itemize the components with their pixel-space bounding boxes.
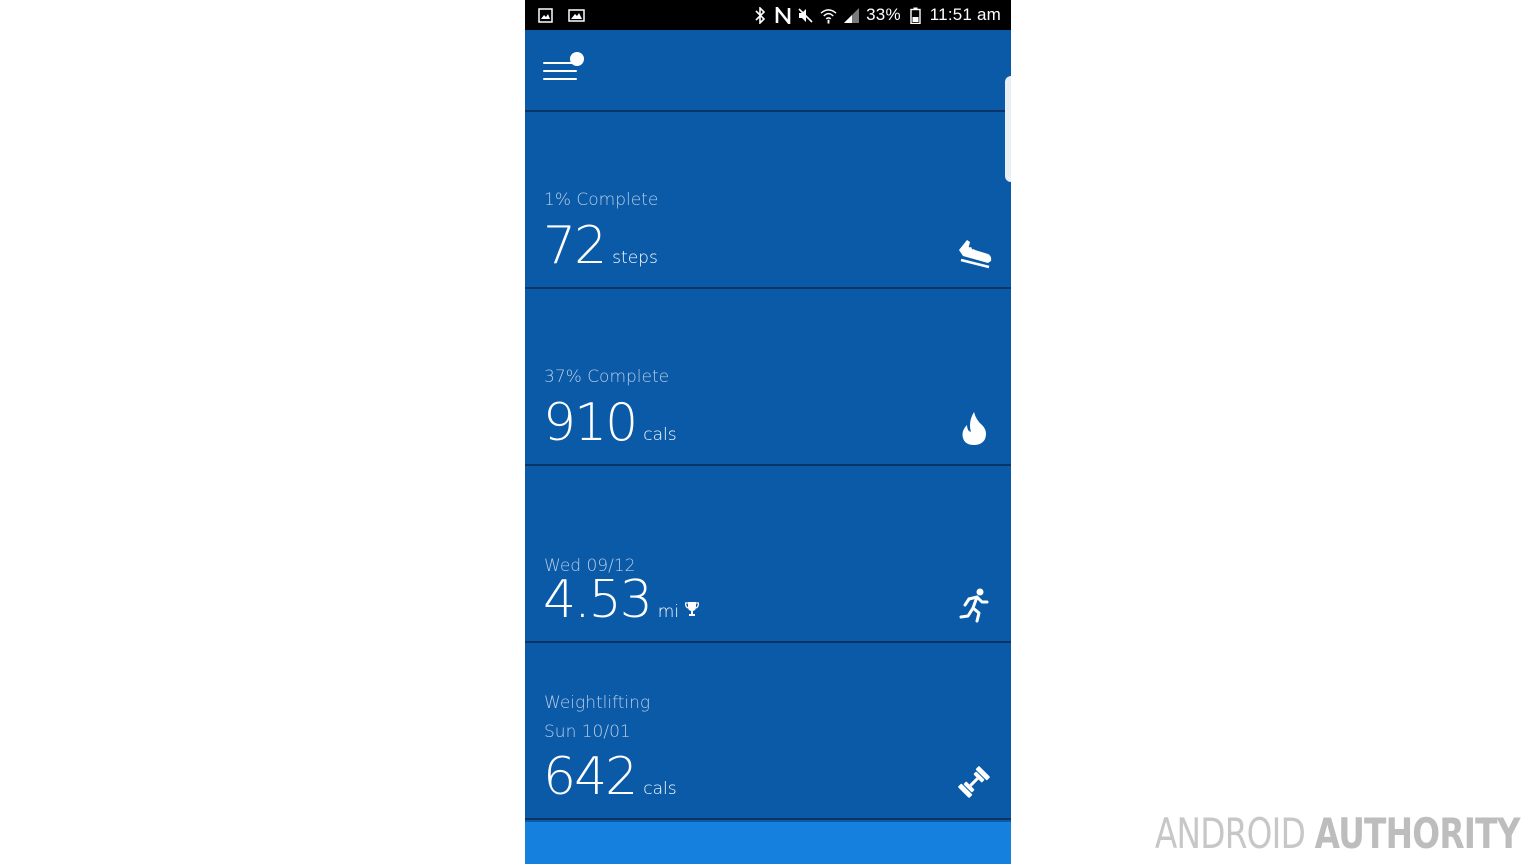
image-notification-icon [568, 7, 585, 24]
watermark-part1: ANDROID [1155, 809, 1306, 858]
watermark: ANDROID AUTHORITY [1155, 809, 1521, 858]
weightlifting-tile[interactable]: Weightlifting Sun 10/01 642 cals [525, 643, 1011, 820]
gallery-icon [537, 7, 554, 24]
steps-number: 72 [543, 216, 607, 276]
calories-progress-label: 37% Complete [544, 367, 670, 387]
run-distance-number: 4.53 [543, 570, 653, 630]
workout-calories-unit: cals [643, 779, 677, 799]
trophy-icon [685, 601, 700, 617]
wifi-icon [820, 7, 837, 24]
status-bar: 33% 11:51 am [525, 0, 1011, 30]
workout-calories-number: 642 [543, 747, 638, 807]
run-tile[interactable]: Wed 09/12 4.53 mi [525, 466, 1011, 643]
calories-unit: cals [643, 425, 677, 445]
workout-value: 642 cals [543, 747, 677, 807]
screenshot-stage: 33% 11:51 am 1% Complete 72 steps 37% Co… [0, 0, 1536, 864]
run-distance-unit: mi [657, 602, 680, 622]
workout-type-label: Weightlifting [544, 693, 651, 713]
scroll-handle[interactable] [1005, 76, 1011, 182]
hamburger-menu-icon[interactable] [543, 52, 587, 86]
app-header [525, 30, 1011, 112]
phone-screen: 33% 11:51 am 1% Complete 72 steps 37% Co… [525, 0, 1011, 864]
battery-icon [907, 7, 924, 24]
nfc-icon [774, 6, 791, 24]
dumbbell-icon [955, 763, 993, 801]
steps-progress-label: 1% Complete [544, 190, 659, 210]
bluetooth-icon [751, 6, 768, 24]
watermark-part2: AUTHORITY [1314, 809, 1521, 858]
calories-value: 910 cals [543, 393, 677, 453]
steps-unit: steps [612, 248, 658, 268]
notification-dot [570, 52, 584, 66]
flame-icon [955, 409, 993, 447]
calories-number: 910 [543, 393, 638, 453]
battery-percent: 33% [866, 5, 901, 24]
steps-value: 72 steps [543, 216, 658, 276]
calories-tile[interactable]: 37% Complete 910 cals [525, 289, 1011, 466]
status-time: 11:51 am [929, 5, 1001, 24]
mute-icon [797, 7, 814, 24]
shoe-icon [955, 232, 993, 270]
runner-icon [955, 586, 993, 624]
run-value: 4.53 mi [543, 570, 700, 630]
next-tile-partial[interactable] [525, 822, 1011, 864]
workout-date-label: Sun 10/01 [544, 722, 631, 742]
steps-tile[interactable]: 1% Complete 72 steps [525, 112, 1011, 289]
signal-icon [843, 7, 860, 24]
